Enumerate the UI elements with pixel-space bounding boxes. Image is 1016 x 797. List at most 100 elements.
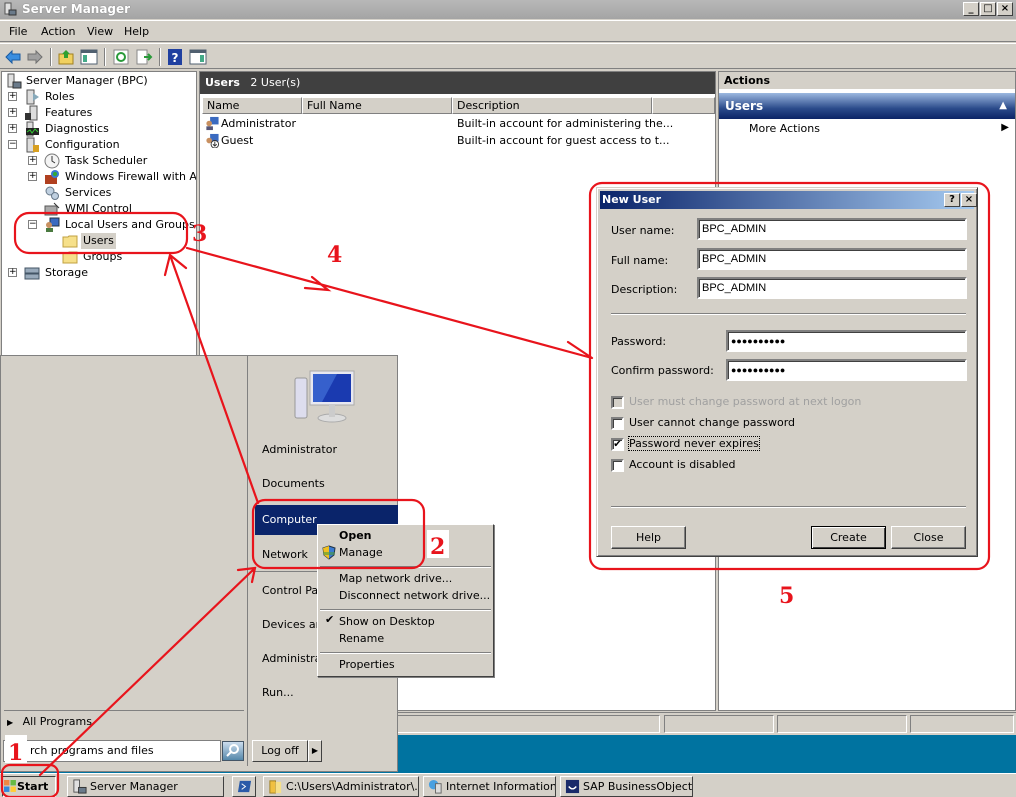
forward-icon[interactable] (26, 48, 44, 66)
collapse-toggle[interactable]: − (8, 140, 17, 149)
start-button[interactable]: Start (2, 776, 56, 797)
firewall-icon (45, 170, 59, 184)
taskbar-item-explorer[interactable]: C:\Users\Administrator\... (263, 776, 419, 797)
context-item-map-network-drive[interactable]: Map network drive... (339, 570, 452, 587)
taskbar-powershell[interactable] (232, 776, 256, 797)
description-field[interactable]: BPC_ADMIN (697, 277, 967, 299)
context-item-disconnect-network-drive[interactable]: Disconnect network drive... (339, 587, 490, 604)
help-button[interactable]: Help (611, 526, 686, 549)
expand-toggle[interactable]: + (8, 92, 17, 101)
close-button[interactable]: × (997, 2, 1013, 16)
iis-icon (428, 779, 442, 794)
create-button[interactable]: Create (811, 526, 886, 549)
user-name-field[interactable]: BPC_ADMIN (697, 218, 967, 240)
guest-user-icon (206, 133, 220, 148)
context-item-manage[interactable]: Manage (339, 544, 383, 561)
menu-action[interactable]: Action (41, 25, 75, 38)
context-item-show-on-desktop[interactable]: Show on Desktop (339, 613, 435, 630)
confirm-password-field[interactable]: ●●●●●●●●●● (726, 359, 967, 381)
column-header-description[interactable]: Description (452, 97, 652, 114)
confirm-password-label: Confirm password: (611, 364, 714, 377)
expand-toggle[interactable]: + (8, 124, 17, 133)
action-more-actions[interactable]: More Actions ▶ (749, 122, 1009, 138)
taskbar-item-iis[interactable]: Internet Information Ser... (423, 776, 556, 797)
menu-help[interactable]: Help (124, 25, 149, 38)
folder-icon (62, 235, 78, 248)
taskbar-item-sap-businessobjects[interactable]: SAP BusinessObjects (560, 776, 693, 797)
dialog-help-button[interactable]: ? (944, 193, 960, 207)
help-icon[interactable]: ? (166, 48, 184, 66)
start-item-administrator[interactable]: Administrator (262, 440, 337, 460)
actions-header: Actions (719, 72, 1015, 90)
minimize-button[interactable]: _ (963, 2, 979, 16)
search-button[interactable] (222, 741, 244, 761)
expand-toggle[interactable]: + (8, 268, 17, 277)
column-header-name[interactable]: Name (202, 97, 302, 114)
diagnostics-icon (26, 121, 39, 137)
all-programs[interactable]: ▶ All Programs (7, 712, 207, 732)
show-hide-tree-icon[interactable] (80, 48, 98, 66)
maximize-button[interactable]: □ (980, 2, 996, 16)
password-never-expires-checkbox[interactable]: ✔ (611, 438, 624, 451)
start-item-control-panel[interactable]: Control Pan (262, 581, 325, 601)
up-folder-icon[interactable] (57, 48, 75, 66)
pane-title: Users (205, 76, 240, 89)
taskbar-item-server-manager[interactable]: Server Manager (67, 776, 224, 797)
toolbar-separator (50, 48, 52, 66)
start-search-input[interactable]: rch programs and files (3, 740, 221, 762)
menu-view[interactable]: View (87, 25, 113, 38)
password-field[interactable]: ●●●●●●●●●● (726, 330, 967, 352)
pane-header: Users 2 User(s) (200, 72, 715, 94)
context-item-open[interactable]: Open (339, 527, 372, 544)
collapse-toggle[interactable]: − (28, 220, 37, 229)
collapse-arrow-icon[interactable]: ▲ (999, 93, 1007, 119)
arrow-right-icon: ▶ (7, 718, 14, 727)
context-item-properties[interactable]: Properties (339, 656, 395, 673)
account-disabled-label[interactable]: Account is disabled (629, 458, 736, 471)
sap-businessobjects-icon (565, 779, 580, 794)
context-item-rename[interactable]: Rename (339, 630, 384, 647)
table-row[interactable]: Administrator Built-in account for admin… (204, 115, 704, 132)
checkmark-icon: ✔ (325, 613, 335, 626)
cannot-change-password-label[interactable]: User cannot change password (629, 416, 795, 429)
server-manager-icon (4, 2, 17, 16)
full-name-field[interactable]: BPC_ADMIN (697, 248, 967, 270)
table-row[interactable]: Guest Built-in account for guest access … (204, 132, 704, 149)
account-disabled-checkbox[interactable] (611, 459, 624, 472)
start-item-documents[interactable]: Documents (262, 474, 325, 494)
full-name-label: Full name: (611, 254, 669, 267)
server-icon (7, 73, 22, 89)
expand-toggle[interactable]: + (8, 108, 17, 117)
console-tree: Server Manager (BPC) + Roles + Features + D… (1, 71, 197, 356)
expand-toggle[interactable]: + (28, 172, 37, 181)
divider (611, 506, 966, 508)
dialog-close-button[interactable]: × (961, 193, 977, 207)
user-name-label: User name: (611, 224, 675, 237)
close-dialog-button[interactable]: Close (891, 526, 966, 549)
computer-icon (294, 370, 355, 423)
status-panel (777, 715, 907, 733)
export-list-icon[interactable] (135, 48, 153, 66)
refresh-icon[interactable] (112, 48, 130, 66)
column-header-full-name[interactable]: Full Name (302, 97, 452, 114)
status-panel (664, 715, 774, 733)
toolbar-separator (159, 48, 161, 66)
cannot-change-password-checkbox[interactable] (611, 417, 624, 430)
windows-logo-icon (4, 780, 16, 792)
password-never-expires-label[interactable]: Password never expires (628, 436, 760, 451)
user-count: 2 User(s) (250, 76, 301, 89)
back-icon[interactable] (4, 48, 22, 66)
menu-separator (320, 609, 491, 611)
show-hide-action-pane-icon[interactable] (189, 48, 207, 66)
dialog-title-bar[interactable]: New User ? × (600, 191, 977, 209)
password-label: Password: (611, 335, 667, 348)
taskbar: Start Server Manager C:\Users\Administra… (0, 773, 1016, 797)
menu-file[interactable]: File (9, 25, 27, 38)
expand-toggle[interactable]: + (28, 156, 37, 165)
folder-icon (62, 251, 78, 264)
dialog-title: New User (602, 193, 662, 206)
actions-section-users[interactable]: Users ▲ (719, 93, 1015, 119)
start-item-network[interactable]: Network (262, 545, 308, 565)
start-item-run[interactable]: Run... (262, 683, 294, 703)
window-title-bar[interactable]: Server Manager _ □ × (0, 0, 1016, 19)
